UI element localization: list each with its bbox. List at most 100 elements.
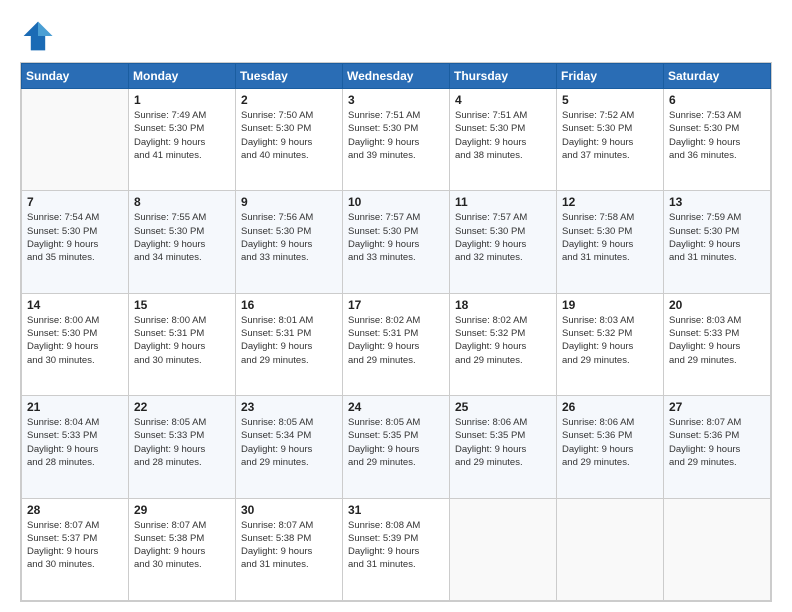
day-cell-5: 5 Sunrise: 7:52 AM Sunset: 5:30 PM Daylig… [557,89,664,191]
day-info: Sunrise: 8:03 AM Sunset: 5:32 PM Dayligh… [562,314,658,367]
weekday-thursday: Thursday [450,64,557,89]
weekday-wednesday: Wednesday [343,64,450,89]
day-info: Sunrise: 8:08 AM Sunset: 5:39 PM Dayligh… [348,519,444,572]
empty-cell [450,498,557,600]
logo-icon [20,18,56,54]
day-cell-12: 12 Sunrise: 7:58 AM Sunset: 5:30 PM Dayli… [557,191,664,293]
day-info: Sunrise: 7:52 AM Sunset: 5:30 PM Dayligh… [562,109,658,162]
day-number: 27 [669,400,765,414]
day-info: Sunrise: 8:07 AM Sunset: 5:38 PM Dayligh… [134,519,230,572]
day-number: 17 [348,298,444,312]
empty-cell [664,498,771,600]
day-cell-30: 30 Sunrise: 8:07 AM Sunset: 5:38 PM Dayli… [236,498,343,600]
empty-cell [22,89,129,191]
day-number: 22 [134,400,230,414]
day-number: 12 [562,195,658,209]
day-cell-14: 14Sunrise: 8:00 AM Sunset: 5:30 PM Dayli… [22,293,129,395]
day-info: Sunrise: 7:51 AM Sunset: 5:30 PM Dayligh… [348,109,444,162]
day-number: 21 [27,400,123,414]
empty-cell [557,498,664,600]
day-number: 25 [455,400,551,414]
day-number: 19 [562,298,658,312]
day-cell-17: 17 Sunrise: 8:02 AM Sunset: 5:31 PM Dayli… [343,293,450,395]
day-cell-9: 9 Sunrise: 7:56 AM Sunset: 5:30 PM Daylig… [236,191,343,293]
day-info: Sunrise: 8:07 AM Sunset: 5:36 PM Dayligh… [669,416,765,469]
day-number: 20 [669,298,765,312]
day-info: Sunrise: 7:56 AM Sunset: 5:30 PM Dayligh… [241,211,337,264]
day-cell-19: 19 Sunrise: 8:03 AM Sunset: 5:32 PM Dayli… [557,293,664,395]
day-number: 16 [241,298,337,312]
day-number: 30 [241,503,337,517]
weekday-header-row: SundayMondayTuesdayWednesdayThursdayFrid… [22,64,771,89]
day-cell-11: 11 Sunrise: 7:57 AM Sunset: 5:30 PM Dayli… [450,191,557,293]
day-number: 26 [562,400,658,414]
day-cell-16: 16 Sunrise: 8:01 AM Sunset: 5:31 PM Dayli… [236,293,343,395]
day-number: 8 [134,195,230,209]
day-info: Sunrise: 8:02 AM Sunset: 5:31 PM Dayligh… [348,314,444,367]
day-info: Sunrise: 8:05 AM Sunset: 5:35 PM Dayligh… [348,416,444,469]
day-number: 9 [241,195,337,209]
day-number: 4 [455,93,551,107]
day-cell-24: 24 Sunrise: 8:05 AM Sunset: 5:35 PM Dayli… [343,396,450,498]
day-cell-10: 10 Sunrise: 7:57 AM Sunset: 5:30 PM Dayli… [343,191,450,293]
day-cell-22: 22 Sunrise: 8:05 AM Sunset: 5:33 PM Dayli… [129,396,236,498]
day-number: 24 [348,400,444,414]
day-number: 23 [241,400,337,414]
day-info: Sunrise: 7:49 AM Sunset: 5:30 PM Dayligh… [134,109,230,162]
day-cell-25: 25 Sunrise: 8:06 AM Sunset: 5:35 PM Dayli… [450,396,557,498]
day-cell-31: 31 Sunrise: 8:08 AM Sunset: 5:39 PM Dayli… [343,498,450,600]
day-cell-26: 26 Sunrise: 8:06 AM Sunset: 5:36 PM Dayli… [557,396,664,498]
day-number: 31 [348,503,444,517]
day-info: Sunrise: 7:50 AM Sunset: 5:30 PM Dayligh… [241,109,337,162]
calendar: SundayMondayTuesdayWednesdayThursdayFrid… [20,62,772,602]
day-info: Sunrise: 8:06 AM Sunset: 5:35 PM Dayligh… [455,416,551,469]
weekday-sunday: Sunday [22,64,129,89]
day-number: 1 [134,93,230,107]
day-info: Sunrise: 7:51 AM Sunset: 5:30 PM Dayligh… [455,109,551,162]
day-number: 3 [348,93,444,107]
day-number: 28 [27,503,123,517]
day-cell-7: 7Sunrise: 7:54 AM Sunset: 5:30 PM Daylig… [22,191,129,293]
day-number: 29 [134,503,230,517]
day-number: 10 [348,195,444,209]
day-info: Sunrise: 7:57 AM Sunset: 5:30 PM Dayligh… [455,211,551,264]
day-info: Sunrise: 7:57 AM Sunset: 5:30 PM Dayligh… [348,211,444,264]
day-cell-6: 6Sunrise: 7:53 AM Sunset: 5:30 PM Daylig… [664,89,771,191]
day-cell-8: 8Sunrise: 7:55 AM Sunset: 5:30 PM Daylig… [129,191,236,293]
day-number: 13 [669,195,765,209]
day-cell-28: 28 Sunrise: 8:07 AM Sunset: 5:37 PM Dayli… [22,498,129,600]
day-number: 5 [562,93,658,107]
weekday-tuesday: Tuesday [236,64,343,89]
day-info: Sunrise: 8:07 AM Sunset: 5:37 PM Dayligh… [27,519,123,572]
day-cell-2: 2 Sunrise: 7:50 AM Sunset: 5:30 PM Daylig… [236,89,343,191]
week-row-3: 21 Sunrise: 8:04 AM Sunset: 5:33 PM Dayli… [22,396,771,498]
day-number: 7 [27,195,123,209]
day-info: Sunrise: 7:59 AM Sunset: 5:30 PM Dayligh… [669,211,765,264]
week-row-0: 1 Sunrise: 7:49 AM Sunset: 5:30 PM Daylig… [22,89,771,191]
day-info: Sunrise: 8:05 AM Sunset: 5:33 PM Dayligh… [134,416,230,469]
day-number: 2 [241,93,337,107]
day-number: 11 [455,195,551,209]
week-row-2: 14Sunrise: 8:00 AM Sunset: 5:30 PM Dayli… [22,293,771,395]
day-cell-15: 15 Sunrise: 8:00 AM Sunset: 5:31 PM Dayli… [129,293,236,395]
day-cell-27: 27 Sunrise: 8:07 AM Sunset: 5:36 PM Dayli… [664,396,771,498]
day-info: Sunrise: 8:06 AM Sunset: 5:36 PM Dayligh… [562,416,658,469]
week-row-4: 28 Sunrise: 8:07 AM Sunset: 5:37 PM Dayli… [22,498,771,600]
day-number: 15 [134,298,230,312]
day-info: Sunrise: 8:03 AM Sunset: 5:33 PM Dayligh… [669,314,765,367]
day-number: 18 [455,298,551,312]
day-info: Sunrise: 8:07 AM Sunset: 5:38 PM Dayligh… [241,519,337,572]
day-cell-23: 23Sunrise: 8:05 AM Sunset: 5:34 PM Dayli… [236,396,343,498]
day-cell-21: 21 Sunrise: 8:04 AM Sunset: 5:33 PM Dayli… [22,396,129,498]
day-cell-4: 4 Sunrise: 7:51 AM Sunset: 5:30 PM Daylig… [450,89,557,191]
weekday-monday: Monday [129,64,236,89]
week-row-1: 7Sunrise: 7:54 AM Sunset: 5:30 PM Daylig… [22,191,771,293]
day-info: Sunrise: 8:01 AM Sunset: 5:31 PM Dayligh… [241,314,337,367]
day-cell-1: 1 Sunrise: 7:49 AM Sunset: 5:30 PM Daylig… [129,89,236,191]
day-cell-29: 29 Sunrise: 8:07 AM Sunset: 5:38 PM Dayli… [129,498,236,600]
day-info: Sunrise: 8:00 AM Sunset: 5:31 PM Dayligh… [134,314,230,367]
day-info: Sunrise: 8:00 AM Sunset: 5:30 PM Dayligh… [27,314,123,367]
day-info: Sunrise: 7:58 AM Sunset: 5:30 PM Dayligh… [562,211,658,264]
day-cell-20: 20 Sunrise: 8:03 AM Sunset: 5:33 PM Dayli… [664,293,771,395]
day-info: Sunrise: 8:04 AM Sunset: 5:33 PM Dayligh… [27,416,123,469]
